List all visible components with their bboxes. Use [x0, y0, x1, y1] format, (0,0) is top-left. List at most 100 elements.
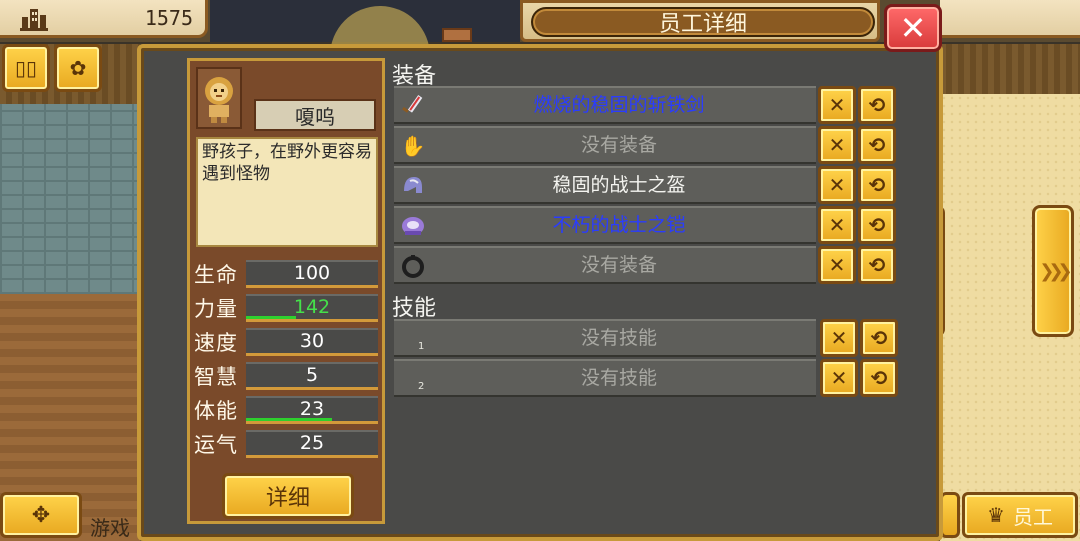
equip-slot-weapon[interactable]: 燃烧的稳固的斩铁剑 ✕ ⟲	[394, 86, 900, 124]
scene-right-arrow-button[interactable]: ❯❯❯	[1032, 205, 1074, 337]
ring-icon	[402, 255, 424, 278]
cross-icon: ✕	[828, 133, 846, 157]
remove-skill-button[interactable]: ✕	[820, 359, 858, 397]
money-display: 1575	[0, 0, 208, 38]
cross-icon: ✕	[828, 253, 846, 277]
skill-slot-index: 1	[418, 341, 425, 352]
money-value: 1575	[144, 6, 193, 30]
tools-button[interactable]: ✿	[54, 44, 102, 92]
dpad-button[interactable]: ✥	[0, 492, 82, 538]
unequip-button[interactable]: ✕	[818, 166, 856, 204]
skill-slot-body[interactable]: 2 没有技能	[394, 359, 816, 397]
equip-slot-body[interactable]: ✋ 没有装备	[394, 126, 816, 164]
stat-row-hp: 生命 100	[190, 258, 382, 290]
armor-icon	[402, 217, 424, 235]
close-button[interactable]: ✕	[884, 4, 942, 52]
stat-label: 运气	[194, 433, 238, 457]
detail-button[interactable]: 详细	[222, 473, 354, 519]
skill-name: 没有技能	[580, 367, 657, 389]
stat-row-speed: 速度 30	[190, 326, 382, 358]
dpad-icon: ✥	[31, 502, 51, 528]
skill-name: 没有技能	[580, 327, 657, 349]
swap-button[interactable]: ⟲	[858, 86, 896, 124]
unequip-button[interactable]: ✕	[818, 246, 856, 284]
swap-icon: ⟲	[868, 173, 886, 197]
character-panel: 嗄呜 野孩子，在野外更容易遇到怪物 生命 100 力量 142 速度 30 智慧…	[187, 58, 385, 524]
unequip-button[interactable]: ✕	[818, 126, 856, 164]
character-portrait	[196, 67, 242, 129]
stat-bar: 100	[246, 260, 378, 288]
stat-bar: 30	[246, 328, 378, 356]
sword-icon	[402, 95, 423, 113]
stat-label: 智慧	[194, 365, 238, 389]
equip-slot-armor[interactable]: 不朽的战士之铠 ✕ ⟲	[394, 206, 900, 244]
pause-button[interactable]: ▯▯	[2, 44, 50, 92]
stat-value: 30	[299, 330, 325, 352]
cross-icon: ✕	[828, 93, 846, 117]
swap-icon: ⟲	[868, 93, 886, 117]
close-icon: ✕	[899, 9, 927, 47]
stat-row-strength: 力量 142	[190, 292, 382, 324]
remove-skill-button[interactable]: ✕	[820, 319, 858, 357]
swap-button[interactable]: ⟲	[858, 206, 896, 244]
stat-label: 体能	[194, 399, 238, 423]
swap-icon: ⟲	[870, 326, 888, 350]
stat-value: 5	[305, 364, 319, 386]
game-menu-label[interactable]: 游戏	[90, 512, 130, 541]
equip-slot-body[interactable]: 稳固的战士之盔	[394, 166, 816, 204]
stat-bar: 142	[246, 294, 378, 322]
stat-value: 142	[293, 296, 331, 318]
skill-slot-1[interactable]: 1 没有技能 ✕ ⟲	[394, 319, 900, 357]
swap-icon: ⟲	[870, 366, 888, 390]
skill-slot-body[interactable]: 1 没有技能	[394, 319, 816, 357]
stat-bar: 23	[246, 396, 378, 424]
stat-value: 100	[293, 262, 331, 284]
swap-skill-button[interactable]: ⟲	[860, 359, 898, 397]
stat-bar: 25	[246, 430, 378, 458]
equip-item-name: 不朽的战士之铠	[552, 214, 686, 236]
stat-bar: 5	[246, 362, 378, 390]
stat-label: 速度	[194, 331, 238, 355]
character-description: 野孩子，在野外更容易遇到怪物	[196, 137, 378, 247]
equip-slot-body[interactable]: 燃烧的稳固的斩铁剑	[394, 86, 816, 124]
swap-icon: ⟲	[868, 213, 886, 237]
gears-icon: ✿	[69, 56, 87, 80]
stat-row-stamina: 体能 23	[190, 394, 382, 426]
swap-skill-button[interactable]: ⟲	[860, 319, 898, 357]
scene-crate	[442, 28, 472, 42]
equip-slot-helmet[interactable]: 稳固的战士之盔 ✕ ⟲	[394, 166, 900, 204]
equip-slot-body[interactable]: 不朽的战士之铠	[394, 206, 816, 244]
stat-value: 25	[299, 432, 325, 454]
stat-label: 生命	[194, 263, 238, 287]
swap-button[interactable]: ⟲	[858, 246, 896, 284]
cross-icon: ✕	[828, 173, 846, 197]
swap-button[interactable]: ⟲	[858, 166, 896, 204]
hidden-button-edge[interactable]	[940, 492, 960, 538]
character-name: 嗄呜	[254, 99, 376, 131]
equip-item-name: 燃烧的稳固的斩铁剑	[533, 94, 705, 116]
scene-wood-wall-right	[940, 44, 1080, 94]
staff-button-label: 员工	[1012, 504, 1053, 529]
equip-item-name: 没有装备	[580, 134, 657, 156]
unequip-button[interactable]: ✕	[818, 206, 856, 244]
scene-stone-floor-left	[0, 104, 140, 294]
skills-heading: 技能	[392, 296, 437, 321]
stat-label: 力量	[194, 297, 238, 321]
equip-slot-gloves[interactable]: ✋ 没有装备 ✕ ⟲	[394, 126, 900, 164]
stat-row-wisdom: 智慧 5	[190, 360, 382, 392]
cross-icon: ✕	[828, 213, 846, 237]
equip-item-name: 没有装备	[580, 254, 657, 276]
staff-button[interactable]: ♛ 员工	[962, 492, 1078, 538]
dialog-title: 员工详细	[531, 7, 875, 37]
swap-button[interactable]: ⟲	[858, 126, 896, 164]
skill-slot-2[interactable]: 2 没有技能 ✕ ⟲	[394, 359, 900, 397]
equip-slot-body[interactable]: 没有装备	[394, 246, 816, 284]
double-chevron-right-icon: ❯❯❯	[1039, 260, 1072, 282]
equip-slot-ring[interactable]: 没有装备 ✕ ⟲	[394, 246, 900, 284]
unequip-button[interactable]: ✕	[818, 86, 856, 124]
stat-value: 23	[299, 398, 325, 420]
cross-icon: ✕	[830, 366, 848, 390]
crown-icon: ♛	[987, 503, 1005, 527]
swap-icon: ⟲	[868, 133, 886, 157]
stat-row-luck: 运气 25	[190, 428, 382, 460]
